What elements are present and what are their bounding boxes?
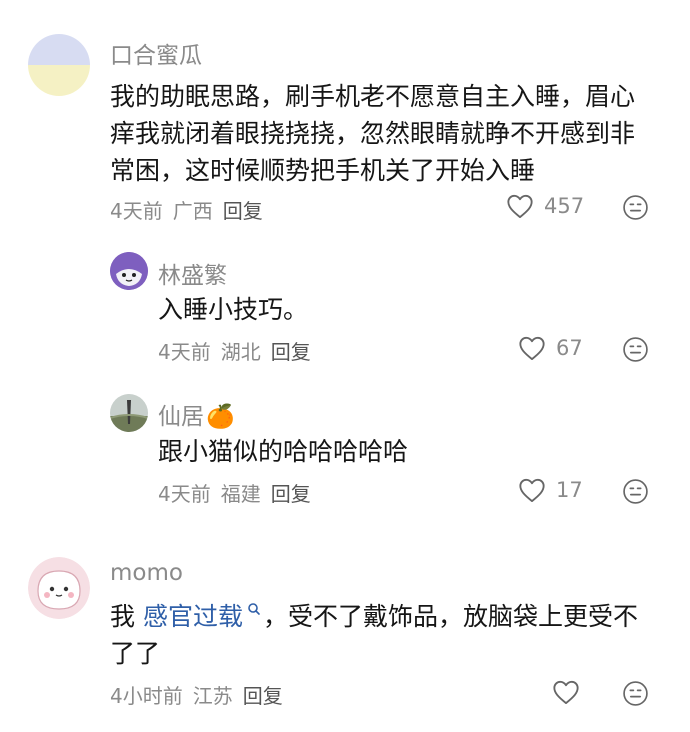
neutral-face-icon	[623, 681, 648, 706]
landscape-avatar-icon	[110, 394, 148, 432]
like-button[interactable]: 17	[518, 477, 583, 503]
avatar[interactable]	[28, 34, 90, 96]
reply-button[interactable]: 回复	[271, 340, 311, 364]
heart-outline-icon	[519, 478, 545, 503]
reply-location: 湖北	[220, 340, 261, 364]
neutral-face-icon	[623, 337, 648, 362]
neutral-face-icon	[623, 195, 648, 220]
comment-text: 我的助眠思路，刷手机老不愿意自主入睡，眉心痒我就闭着眼挠挠挠，忽然眼睛就睁不开感…	[110, 82, 636, 185]
neutral-face-icon	[623, 479, 648, 504]
react-button[interactable]	[622, 680, 649, 711]
comment-location: 江苏	[192, 684, 233, 708]
comment-location: 广西	[172, 199, 213, 223]
reply-meta: 4天前 福建 回复	[158, 478, 321, 507]
comment-time: 4天前	[110, 199, 163, 223]
comment-text: 我 感官过载 ，受不了戴饰品，放脑袋上更受不了了	[110, 602, 638, 668]
reply-text: 入睡小技巧。	[158, 295, 309, 324]
reply-button[interactable]: 回复	[223, 199, 263, 223]
reply-time: 4天前	[158, 482, 211, 506]
like-count: 67	[556, 336, 583, 360]
avatar[interactable]	[28, 557, 90, 619]
comment-meta: 4天前 广西 回复	[110, 195, 273, 224]
reply-author[interactable]: 林盛繁	[158, 256, 227, 290]
topic-link[interactable]: 感官过载	[143, 602, 243, 631]
reply-button[interactable]: 回复	[243, 684, 283, 708]
reply-meta: 4天前 湖北 回复	[158, 336, 321, 365]
heart-outline-icon	[519, 336, 545, 361]
comment-author[interactable]: momo	[110, 560, 183, 586]
avatar[interactable]	[110, 252, 148, 290]
like-button[interactable]	[552, 679, 590, 705]
reply-author[interactable]: 仙居🍊	[158, 397, 235, 431]
heart-outline-icon	[553, 680, 579, 705]
react-button[interactable]	[622, 194, 649, 225]
like-button[interactable]: 457	[506, 193, 584, 219]
reply-text: 跟小猫似的哈哈哈哈哈	[158, 437, 409, 466]
comment-author[interactable]: 口合蜜瓜	[110, 36, 202, 70]
search-icon[interactable]	[247, 602, 261, 618]
react-button[interactable]	[622, 478, 649, 509]
like-count: 17	[556, 478, 583, 502]
cartoon-avatar-icon	[28, 557, 90, 619]
tangerine-emoji: 🍊	[206, 404, 235, 430]
cartoon-avatar-icon	[110, 252, 148, 290]
avatar[interactable]	[110, 394, 148, 432]
reply-button[interactable]: 回复	[271, 482, 311, 506]
like-button[interactable]: 67	[518, 335, 583, 361]
like-count: 457	[544, 194, 585, 218]
react-button[interactable]	[622, 336, 649, 367]
reply-location: 福建	[220, 482, 261, 506]
comment-meta: 4小时前 江苏 回复	[110, 680, 293, 709]
reply-time: 4天前	[158, 340, 211, 364]
heart-outline-icon	[507, 194, 533, 219]
comment-time: 4小时前	[110, 684, 183, 708]
